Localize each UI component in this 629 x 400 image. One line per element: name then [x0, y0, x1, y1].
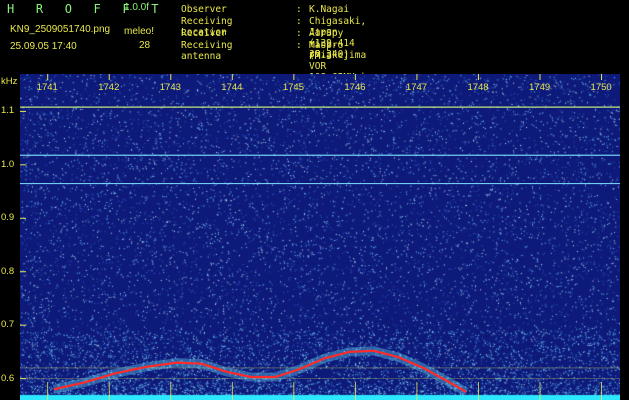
x-tick-label: 1750	[590, 82, 612, 93]
echo-glow	[52, 346, 469, 396]
info-value: K.Nagai	[309, 4, 350, 15]
x-tick-label: 1745	[282, 82, 304, 93]
y-tick-label: 0.9	[1, 212, 15, 224]
info-key: Receiver	[181, 28, 227, 39]
x-tick-label: 1748	[467, 82, 489, 93]
y-tick-label: 0.8	[1, 265, 15, 277]
x-tick-label: 1747	[405, 82, 428, 93]
info-colon: :	[296, 28, 302, 39]
timestamp: 25.09.05 17:40	[10, 41, 77, 52]
x-tick-label: 1743	[159, 82, 181, 93]
x-tick-label: 1749	[529, 82, 551, 93]
x-tick-label: 1742	[98, 82, 120, 93]
y-tick-label: 1.1	[1, 105, 15, 117]
info-colon: :	[296, 40, 302, 51]
y-tick-label: 0.7	[1, 319, 15, 331]
info-colon: :	[296, 4, 302, 15]
y-tick-label: 0.6	[1, 372, 15, 384]
spectrogram-overlay	[20, 74, 620, 400]
x-tick-label: 1746	[344, 82, 366, 93]
info-colon: :	[296, 16, 302, 27]
image-filename: KN9_2509051740.png	[10, 24, 111, 35]
x-tick-label: 1741	[36, 82, 58, 93]
info-key: Receiving antenna	[181, 40, 233, 62]
info-key: Observer	[181, 4, 227, 15]
meteor-label: meleo!	[124, 26, 155, 37]
y-tick-label: 1.0	[1, 158, 15, 170]
app-version: 1.0.0f	[124, 2, 150, 13]
right-margin	[620, 74, 629, 400]
x-tick-label: 1744	[221, 82, 243, 93]
y-axis-unit: kHz	[1, 76, 18, 87]
header-panel: H R O F F T 1.0.0f KN9_2509051740.png 25…	[0, 0, 629, 83]
spectrogram-plot	[20, 74, 620, 400]
meteor-count: 28	[139, 40, 151, 51]
info-value: Maspro FM-3	[309, 40, 344, 62]
